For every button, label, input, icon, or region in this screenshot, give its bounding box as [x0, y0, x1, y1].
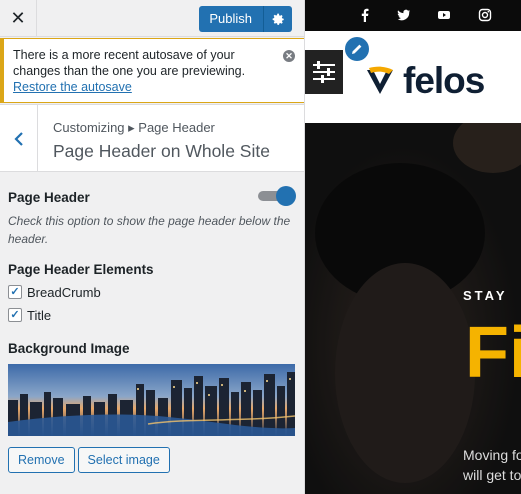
- dismiss-icon[interactable]: ✕: [283, 50, 295, 62]
- section-title: Page Header on Whole Site: [53, 141, 270, 161]
- checkbox-check-icon[interactable]: ✓: [8, 308, 22, 322]
- checkbox-label: Title: [27, 307, 52, 323]
- autosave-notice: There is a more recent autosave of your …: [0, 38, 304, 103]
- facebook-icon[interactable]: [358, 8, 372, 22]
- page-header-control: Page Header: [8, 180, 298, 210]
- background-image-thumbnail[interactable]: [8, 364, 295, 436]
- hero-subtext: Moving fo will get to: [463, 445, 521, 485]
- customizer-panel: ✕ Publish There is a more recent autosav…: [0, 0, 305, 494]
- menu-toggle-icon[interactable]: [305, 50, 343, 94]
- site-preview[interactable]: felos STAY Fi Moving fo will get to: [305, 0, 521, 494]
- hero-section: STAY Fi Moving fo will get to: [305, 123, 521, 494]
- restore-autosave-link[interactable]: Restore the autosave: [13, 79, 295, 95]
- toggle-knob: [276, 186, 296, 206]
- page-header-toggle[interactable]: [258, 185, 296, 207]
- logo-text: felos: [403, 60, 485, 101]
- controls-area: Page Header Check this option to show th…: [8, 180, 298, 473]
- page-header-elements-title: Page Header Elements: [8, 262, 154, 277]
- site-logo[interactable]: felos: [363, 60, 485, 101]
- pencil-icon: [352, 44, 362, 54]
- city-skyline-image: [8, 364, 295, 436]
- social-bar: [305, 0, 521, 31]
- chevron-left-icon: [13, 131, 23, 146]
- instagram-icon[interactable]: [478, 8, 492, 22]
- close-customizer-button[interactable]: ✕: [0, 0, 37, 37]
- page-header-title: Page Header: [8, 190, 90, 205]
- page-header-description: Check this option to show the page heade…: [8, 214, 291, 246]
- breadcrumb: Customizing ▸ Page Header: [53, 120, 215, 135]
- checkbox-title[interactable]: ✓ Title: [8, 307, 298, 323]
- site-header: felos: [305, 31, 521, 123]
- notice-text: There is a more recent autosave of your …: [13, 48, 246, 78]
- hero-subtext-line-1: Moving fo: [463, 447, 521, 463]
- hero-heading: Fi: [465, 313, 521, 393]
- youtube-icon[interactable]: [437, 8, 451, 22]
- publish-group: Publish: [199, 6, 292, 32]
- checkbox-label: BreadCrumb: [27, 284, 101, 300]
- select-image-button[interactable]: Select image: [77, 447, 170, 473]
- publish-settings-button[interactable]: [263, 6, 292, 32]
- image-buttons: Remove Select image: [8, 447, 298, 473]
- close-icon: ✕: [10, 8, 26, 28]
- publish-button[interactable]: Publish: [199, 6, 263, 32]
- hero-eyebrow: STAY: [463, 288, 508, 303]
- checkbox-check-icon[interactable]: ✓: [8, 285, 22, 299]
- customizer-topbar: ✕ Publish: [0, 0, 304, 37]
- gear-icon: [272, 13, 284, 25]
- checkbox-breadcrumb[interactable]: ✓ BreadCrumb: [8, 284, 298, 300]
- back-button[interactable]: [0, 105, 38, 172]
- section-header: Customizing ▸ Page Header Page Header on…: [0, 104, 304, 172]
- hero-subtext-line-2: will get to: [463, 467, 521, 483]
- hero-background-image: [305, 123, 521, 494]
- remove-image-button[interactable]: Remove: [8, 447, 75, 473]
- felos-logo-icon: [367, 66, 393, 94]
- background-image-title: Background Image: [8, 341, 130, 356]
- twitter-icon[interactable]: [397, 8, 411, 22]
- edit-shortcut-pencil-icon[interactable]: [343, 35, 371, 63]
